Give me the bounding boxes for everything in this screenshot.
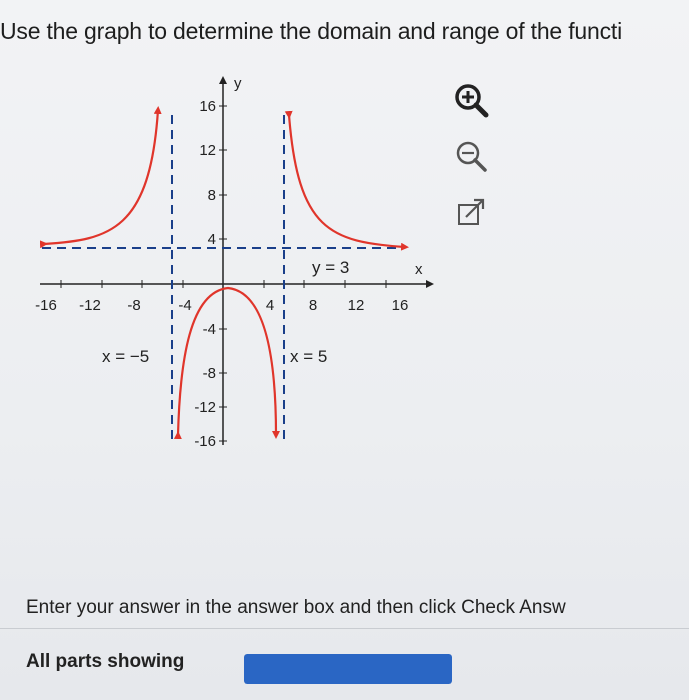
zoom-in-button[interactable] bbox=[448, 78, 494, 124]
x-tick-label: -16 bbox=[35, 297, 57, 314]
zoom-out-button[interactable] bbox=[448, 134, 494, 180]
curve-middle-branch bbox=[173, 286, 280, 440]
graph-tools bbox=[448, 78, 496, 238]
y-tick-label: -16 bbox=[194, 433, 216, 450]
instruction-text: Enter your answer in the answer box and … bbox=[26, 597, 566, 618]
x-tick-label: -4 bbox=[178, 297, 191, 314]
x-tick-label: 4 bbox=[266, 297, 274, 314]
curve-left-branch bbox=[39, 106, 162, 249]
x-tick-label: 8 bbox=[309, 297, 317, 314]
function-graph: -16 -12 -8 -4 4 8 12 16 16 12 8 4 -4 -8 … bbox=[35, 75, 434, 450]
y-tick-label: 12 bbox=[199, 142, 216, 159]
x-tick-label: 12 bbox=[348, 297, 365, 314]
zoom-in-icon bbox=[455, 84, 489, 118]
parts-progress-bar bbox=[244, 654, 452, 684]
annotation-x-equals-5: x = 5 bbox=[290, 347, 327, 366]
divider bbox=[0, 628, 689, 629]
annotation-x-equals-neg5: x = −5 bbox=[102, 347, 149, 366]
external-link-icon bbox=[458, 198, 485, 225]
y-tick-label: -12 bbox=[194, 399, 216, 416]
y-axis-label: y bbox=[234, 75, 242, 92]
x-axis-label: x bbox=[415, 261, 423, 278]
x-tick-label: -12 bbox=[79, 297, 101, 314]
popout-button[interactable] bbox=[448, 191, 494, 237]
parts-showing-label: All parts showing bbox=[26, 651, 185, 672]
x-tick-label: -8 bbox=[127, 297, 140, 314]
y-tick-label: 4 bbox=[208, 231, 216, 248]
y-tick-label: 16 bbox=[199, 98, 216, 115]
y-tick-label: -8 bbox=[203, 365, 216, 382]
parts-progress-fill bbox=[244, 654, 452, 684]
x-tick-label: 16 bbox=[392, 297, 409, 314]
curve-right-branch bbox=[284, 110, 409, 251]
annotation-y-equals-3: y = 3 bbox=[312, 258, 349, 277]
zoom-out-icon bbox=[456, 141, 487, 172]
y-tick-label: 8 bbox=[208, 187, 216, 204]
y-tick-label: -4 bbox=[203, 321, 216, 338]
question-text: Use the graph to determine the domain an… bbox=[0, 18, 622, 44]
